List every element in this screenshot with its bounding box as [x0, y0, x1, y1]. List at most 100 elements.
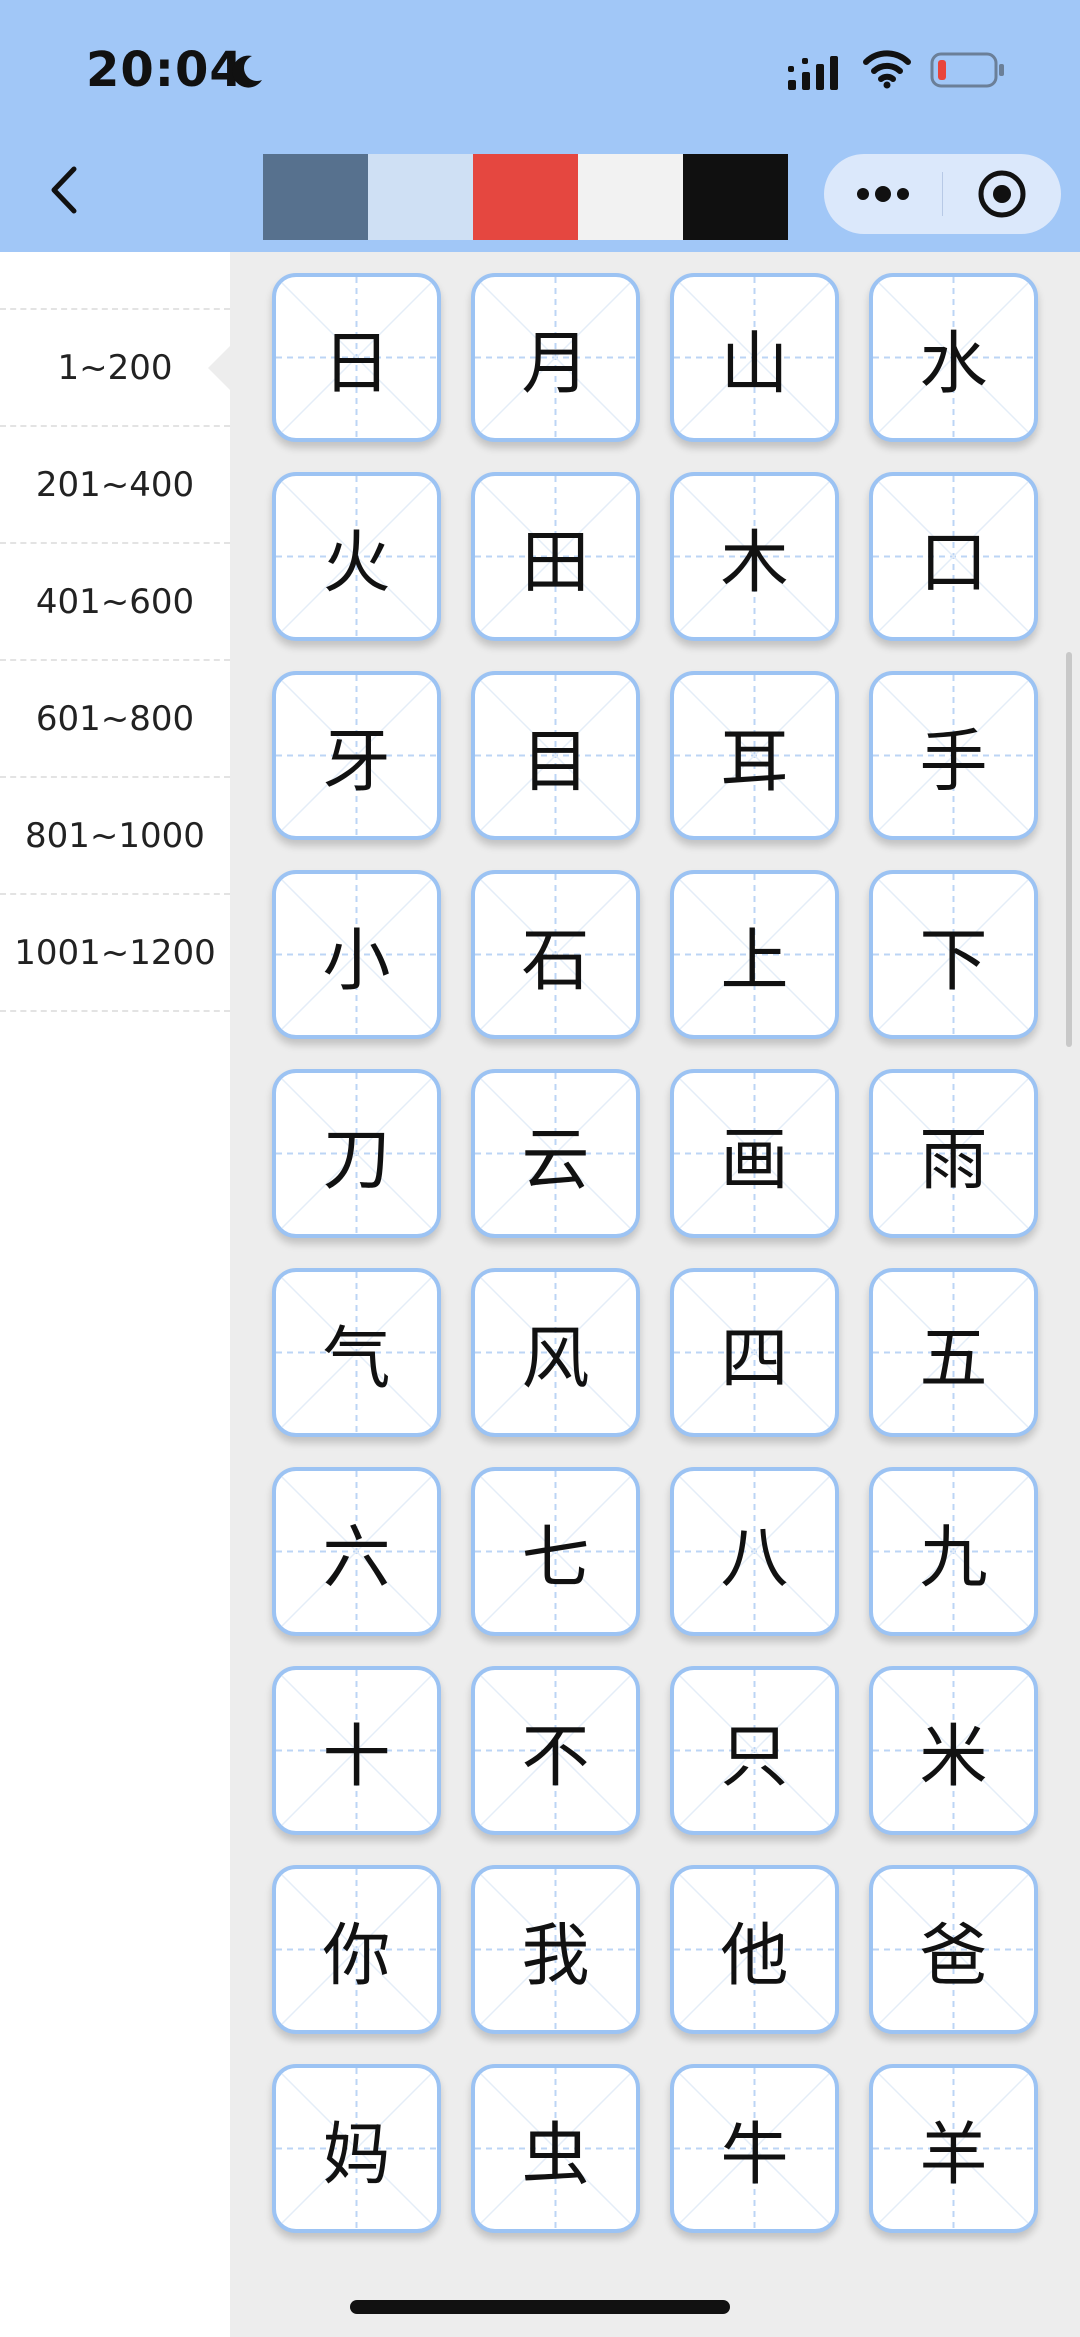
moon-icon: [232, 55, 262, 88]
character-glyph: 四: [720, 1320, 789, 1399]
sidebar-range-item[interactable]: 601~800: [0, 661, 230, 778]
character-glyph: 气: [322, 1320, 391, 1399]
character-glyph: 云: [521, 1121, 590, 1200]
sidebar-range-item[interactable]: 1001~1200: [0, 895, 230, 1012]
character-card[interactable]: 只: [670, 1666, 839, 1835]
character-card[interactable]: 五: [869, 1268, 1038, 1437]
character-card[interactable]: 风: [471, 1268, 640, 1437]
character-card[interactable]: 水: [869, 273, 1038, 442]
character-glyph: 你: [322, 1917, 391, 1996]
character-card[interactable]: 六: [272, 1467, 441, 1636]
home-indicator: [350, 2300, 730, 2314]
character-glyph: 虫: [521, 2116, 590, 2195]
range-sidebar: 1~200 201~400 401~600 601~800 801~1000 1001~1…: [0, 252, 230, 2337]
sidebar-range-item[interactable]: 801~1000: [0, 778, 230, 895]
character-card[interactable]: 小: [272, 870, 441, 1039]
character-glyph: 石: [521, 922, 590, 1001]
palette-swatch: [473, 154, 578, 240]
palette-swatch: [263, 154, 368, 240]
character-card[interactable]: 羊: [869, 2064, 1038, 2233]
character-card[interactable]: 日: [272, 273, 441, 442]
character-card[interactable]: 耳: [670, 671, 839, 840]
character-grid-area: 日 月 山 水火 田 木 口牙 目 耳 手小 石 上 下刀 云 画 雨气 风 四 五六 七 八 九十 不 只 米你 我 他 爸妈 虫 牛 羊: [230, 252, 1080, 2337]
character-card[interactable]: 九: [869, 1467, 1038, 1636]
sidebar-range-item[interactable]: 401~600: [0, 544, 230, 661]
palette-swatch: [578, 154, 683, 240]
character-glyph: 刀: [322, 1121, 391, 1200]
character-glyph: 八: [720, 1519, 789, 1598]
character-card[interactable]: 山: [670, 273, 839, 442]
character-card[interactable]: 月: [471, 273, 640, 442]
character-card[interactable]: 七: [471, 1467, 640, 1636]
more-dots-icon: [856, 186, 909, 202]
character-glyph: 画: [720, 1121, 789, 1200]
close-button[interactable]: [943, 154, 1061, 234]
more-button[interactable]: [824, 154, 942, 234]
character-glyph: 月: [521, 325, 590, 404]
character-card[interactable]: 下: [869, 870, 1038, 1039]
character-glyph: 风: [521, 1320, 590, 1399]
character-glyph: 山: [720, 325, 789, 404]
character-grid: 日 月 山 水火 田 木 口牙 目 耳 手小 石 上 下刀 云 画 雨气 风 四 五六 七 八 九十 不 只 米你 我 他 爸妈 虫 牛 羊: [272, 273, 1038, 2233]
palette-swatch: [683, 154, 788, 240]
scrollbar[interactable]: [1066, 652, 1072, 1047]
app-root: 20:04 1~200 201~400 401~600 601~800 801~…: [0, 0, 1080, 2337]
character-glyph: 目: [521, 723, 590, 802]
character-glyph: 小: [322, 922, 391, 1001]
battery-icon: [930, 52, 1004, 88]
character-glyph: 上: [720, 922, 789, 1001]
character-glyph: 牛: [720, 2116, 789, 2195]
character-card[interactable]: 上: [670, 870, 839, 1039]
target-icon: [978, 170, 1026, 218]
character-card[interactable]: 牙: [272, 671, 441, 840]
range-list: 1~200 201~400 401~600 601~800 801~1000 1001~1…: [0, 308, 230, 1012]
character-card[interactable]: 不: [471, 1666, 640, 1835]
character-glyph: 我: [521, 1917, 590, 1996]
character-glyph: 五: [919, 1320, 988, 1399]
character-card[interactable]: 八: [670, 1467, 839, 1636]
character-card[interactable]: 四: [670, 1268, 839, 1437]
character-card[interactable]: 牛: [670, 2064, 839, 2233]
character-glyph: 牙: [322, 723, 391, 802]
character-card[interactable]: 虫: [471, 2064, 640, 2233]
character-card[interactable]: 妈: [272, 2064, 441, 2233]
character-glyph: 六: [322, 1519, 391, 1598]
character-card[interactable]: 田: [471, 472, 640, 641]
top-header: 20:04: [0, 0, 1080, 252]
character-card[interactable]: 木: [670, 472, 839, 641]
character-card[interactable]: 目: [471, 671, 640, 840]
character-glyph: 田: [521, 524, 590, 603]
character-card[interactable]: 雨: [869, 1069, 1038, 1238]
character-card[interactable]: 云: [471, 1069, 640, 1238]
character-glyph: 羊: [919, 2116, 988, 2195]
character-card[interactable]: 画: [670, 1069, 839, 1238]
character-card[interactable]: 手: [869, 671, 1038, 840]
color-palette: [158, 154, 788, 240]
character-glyph: 手: [919, 723, 988, 802]
character-glyph: 木: [720, 524, 789, 603]
character-glyph: 口: [919, 524, 988, 603]
sidebar-range-item[interactable]: 201~400: [0, 427, 230, 544]
character-card[interactable]: 石: [471, 870, 640, 1039]
character-card[interactable]: 我: [471, 1865, 640, 2034]
character-card[interactable]: 火: [272, 472, 441, 641]
back-button[interactable]: [36, 160, 90, 220]
signal-icon: [788, 56, 838, 90]
character-card[interactable]: 米: [869, 1666, 1038, 1835]
chevron-left-icon: [51, 166, 77, 214]
character-glyph: 爸: [919, 1917, 988, 1996]
character-card[interactable]: 气: [272, 1268, 441, 1437]
character-card[interactable]: 他: [670, 1865, 839, 2034]
character-card[interactable]: 爸: [869, 1865, 1038, 2034]
character-card[interactable]: 十: [272, 1666, 441, 1835]
palette-swatch: [158, 154, 263, 240]
sidebar-range-item[interactable]: 1~200: [0, 310, 230, 427]
character-card[interactable]: 你: [272, 1865, 441, 2034]
character-card[interactable]: 口: [869, 472, 1038, 641]
character-glyph: 火: [322, 524, 391, 603]
character-card[interactable]: 刀: [272, 1069, 441, 1238]
character-glyph: 下: [919, 922, 988, 1001]
character-glyph: 耳: [720, 723, 789, 802]
character-glyph: 水: [919, 325, 988, 404]
wifi-icon: [863, 50, 911, 89]
